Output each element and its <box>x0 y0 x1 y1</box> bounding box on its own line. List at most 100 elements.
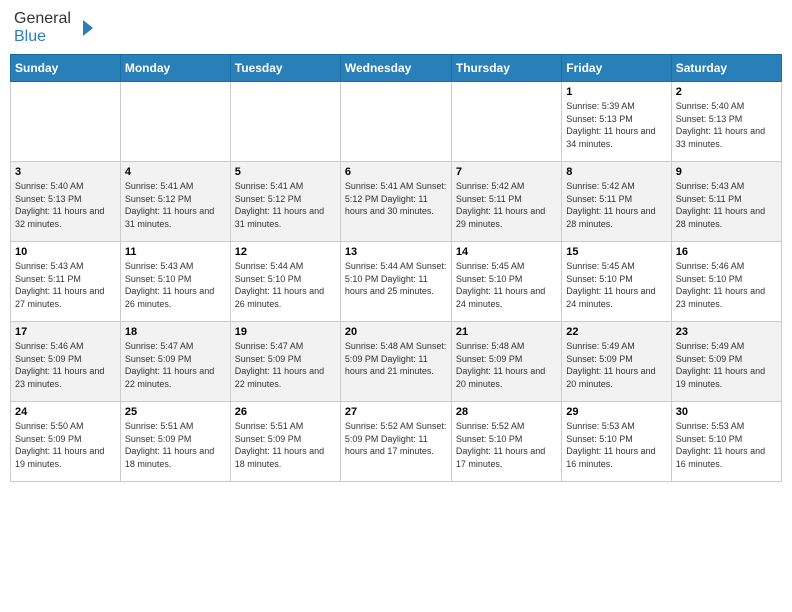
day-info: Sunrise: 5:51 AM Sunset: 5:09 PM Dayligh… <box>125 420 226 470</box>
day-info: Sunrise: 5:51 AM Sunset: 5:09 PM Dayligh… <box>235 420 336 470</box>
day-info: Sunrise: 5:41 AM Sunset: 5:12 PM Dayligh… <box>235 180 336 230</box>
day-info: Sunrise: 5:44 AM Sunset: 5:10 PM Dayligh… <box>345 260 447 298</box>
header-wednesday: Wednesday <box>340 55 451 82</box>
day-number: 8 <box>566 166 666 178</box>
calendar-cell: 12 Sunrise: 5:44 AM Sunset: 5:10 PM Dayli… <box>230 242 340 322</box>
day-number: 10 <box>15 246 116 258</box>
logo: GeneralBlue <box>14 10 93 46</box>
day-info: Sunrise: 5:40 AM Sunset: 5:13 PM Dayligh… <box>15 180 116 230</box>
calendar-cell: 16 Sunrise: 5:46 AM Sunset: 5:10 PM Dayli… <box>671 242 781 322</box>
day-number: 12 <box>235 246 336 258</box>
day-info: Sunrise: 5:44 AM Sunset: 5:10 PM Dayligh… <box>235 260 336 310</box>
header-tuesday: Tuesday <box>230 55 340 82</box>
day-info: Sunrise: 5:47 AM Sunset: 5:09 PM Dayligh… <box>235 340 336 390</box>
calendar-week-1: 1 Sunrise: 5:39 AM Sunset: 5:13 PM Daylig… <box>11 82 782 162</box>
day-info: Sunrise: 5:41 AM Sunset: 5:12 PM Dayligh… <box>345 180 447 218</box>
calendar-cell: 1 Sunrise: 5:39 AM Sunset: 5:13 PM Daylig… <box>562 82 671 162</box>
header-friday: Friday <box>562 55 671 82</box>
calendar-cell: 6 Sunrise: 5:41 AM Sunset: 5:12 PM Daylig… <box>340 162 451 242</box>
day-info: Sunrise: 5:48 AM Sunset: 5:09 PM Dayligh… <box>345 340 447 378</box>
day-info: Sunrise: 5:49 AM Sunset: 5:09 PM Dayligh… <box>566 340 666 390</box>
day-info: Sunrise: 5:46 AM Sunset: 5:10 PM Dayligh… <box>676 260 777 310</box>
day-info: Sunrise: 5:48 AM Sunset: 5:09 PM Dayligh… <box>456 340 557 390</box>
day-info: Sunrise: 5:39 AM Sunset: 5:13 PM Dayligh… <box>566 100 666 150</box>
day-info: Sunrise: 5:42 AM Sunset: 5:11 PM Dayligh… <box>456 180 557 230</box>
day-info: Sunrise: 5:50 AM Sunset: 5:09 PM Dayligh… <box>15 420 116 470</box>
calendar-cell: 4 Sunrise: 5:41 AM Sunset: 5:12 PM Daylig… <box>120 162 230 242</box>
day-info: Sunrise: 5:43 AM Sunset: 5:11 PM Dayligh… <box>15 260 116 310</box>
calendar-cell: 13 Sunrise: 5:44 AM Sunset: 5:10 PM Dayli… <box>340 242 451 322</box>
day-number: 18 <box>125 326 226 338</box>
day-number: 21 <box>456 326 557 338</box>
calendar-cell <box>11 82 121 162</box>
calendar-cell: 11 Sunrise: 5:43 AM Sunset: 5:10 PM Dayli… <box>120 242 230 322</box>
day-number: 26 <box>235 406 336 418</box>
day-number: 16 <box>676 246 777 258</box>
calendar-cell <box>120 82 230 162</box>
day-number: 6 <box>345 166 447 178</box>
calendar-cell: 10 Sunrise: 5:43 AM Sunset: 5:11 PM Dayli… <box>11 242 121 322</box>
day-info: Sunrise: 5:43 AM Sunset: 5:11 PM Dayligh… <box>676 180 777 230</box>
day-number: 27 <box>345 406 447 418</box>
day-number: 20 <box>345 326 447 338</box>
day-number: 24 <box>15 406 116 418</box>
calendar-cell: 19 Sunrise: 5:47 AM Sunset: 5:09 PM Dayli… <box>230 322 340 402</box>
calendar-week-2: 3Sunrise: 5:40 AM Sunset: 5:13 PM Daylig… <box>11 162 782 242</box>
calendar-cell: 26 Sunrise: 5:51 AM Sunset: 5:09 PM Dayli… <box>230 402 340 482</box>
header-monday: Monday <box>120 55 230 82</box>
day-info: Sunrise: 5:46 AM Sunset: 5:09 PM Dayligh… <box>15 340 116 390</box>
calendar-cell: 27 Sunrise: 5:52 AM Sunset: 5:09 PM Dayli… <box>340 402 451 482</box>
day-number: 17 <box>15 326 116 338</box>
calendar-cell: 20 Sunrise: 5:48 AM Sunset: 5:09 PM Dayli… <box>340 322 451 402</box>
calendar-cell: 30 Sunrise: 5:53 AM Sunset: 5:10 PM Dayli… <box>671 402 781 482</box>
calendar-cell: 2Sunrise: 5:40 AM Sunset: 5:13 PM Daylig… <box>671 82 781 162</box>
day-info: Sunrise: 5:49 AM Sunset: 5:09 PM Dayligh… <box>676 340 777 390</box>
day-number: 19 <box>235 326 336 338</box>
calendar-cell: 7 Sunrise: 5:42 AM Sunset: 5:11 PM Daylig… <box>451 162 561 242</box>
header-saturday: Saturday <box>671 55 781 82</box>
calendar-header-row: SundayMondayTuesdayWednesdayThursdayFrid… <box>11 55 782 82</box>
day-number: 7 <box>456 166 557 178</box>
day-info: Sunrise: 5:52 AM Sunset: 5:10 PM Dayligh… <box>456 420 557 470</box>
header-thursday: Thursday <box>451 55 561 82</box>
calendar-cell: 18 Sunrise: 5:47 AM Sunset: 5:09 PM Dayli… <box>120 322 230 402</box>
calendar-cell: 22 Sunrise: 5:49 AM Sunset: 5:09 PM Dayli… <box>562 322 671 402</box>
calendar-cell: 29 Sunrise: 5:53 AM Sunset: 5:10 PM Dayli… <box>562 402 671 482</box>
day-number: 15 <box>566 246 666 258</box>
day-number: 28 <box>456 406 557 418</box>
calendar-table: SundayMondayTuesdayWednesdayThursdayFrid… <box>10 54 782 482</box>
page-header: GeneralBlue <box>10 10 782 46</box>
calendar-cell <box>451 82 561 162</box>
day-number: 14 <box>456 246 557 258</box>
day-info: Sunrise: 5:53 AM Sunset: 5:10 PM Dayligh… <box>676 420 777 470</box>
day-number: 1 <box>566 86 666 98</box>
day-info: Sunrise: 5:45 AM Sunset: 5:10 PM Dayligh… <box>456 260 557 310</box>
day-number: 30 <box>676 406 777 418</box>
day-number: 23 <box>676 326 777 338</box>
calendar-week-3: 10 Sunrise: 5:43 AM Sunset: 5:11 PM Dayli… <box>11 242 782 322</box>
calendar-cell: 23 Sunrise: 5:49 AM Sunset: 5:09 PM Dayli… <box>671 322 781 402</box>
calendar-week-5: 24 Sunrise: 5:50 AM Sunset: 5:09 PM Dayli… <box>11 402 782 482</box>
day-info: Sunrise: 5:41 AM Sunset: 5:12 PM Dayligh… <box>125 180 226 230</box>
day-number: 13 <box>345 246 447 258</box>
day-number: 22 <box>566 326 666 338</box>
calendar-cell: 24 Sunrise: 5:50 AM Sunset: 5:09 PM Dayli… <box>11 402 121 482</box>
day-info: Sunrise: 5:53 AM Sunset: 5:10 PM Dayligh… <box>566 420 666 470</box>
day-number: 11 <box>125 246 226 258</box>
day-info: Sunrise: 5:47 AM Sunset: 5:09 PM Dayligh… <box>125 340 226 390</box>
day-number: 29 <box>566 406 666 418</box>
calendar-cell <box>340 82 451 162</box>
day-number: 25 <box>125 406 226 418</box>
day-info: Sunrise: 5:43 AM Sunset: 5:10 PM Dayligh… <box>125 260 226 310</box>
calendar-cell: 15Sunrise: 5:45 AM Sunset: 5:10 PM Dayli… <box>562 242 671 322</box>
day-number: 4 <box>125 166 226 178</box>
day-info: Sunrise: 5:52 AM Sunset: 5:09 PM Dayligh… <box>345 420 447 458</box>
calendar-cell: 3Sunrise: 5:40 AM Sunset: 5:13 PM Daylig… <box>11 162 121 242</box>
calendar-cell: 28 Sunrise: 5:52 AM Sunset: 5:10 PM Dayli… <box>451 402 561 482</box>
day-number: 2 <box>676 86 777 98</box>
calendar-cell: 17 Sunrise: 5:46 AM Sunset: 5:09 PM Dayli… <box>11 322 121 402</box>
calendar-cell: 8Sunrise: 5:42 AM Sunset: 5:11 PM Daylig… <box>562 162 671 242</box>
calendar-cell: 25 Sunrise: 5:51 AM Sunset: 5:09 PM Dayli… <box>120 402 230 482</box>
calendar-cell: 5Sunrise: 5:41 AM Sunset: 5:12 PM Daylig… <box>230 162 340 242</box>
calendar-cell: 21 Sunrise: 5:48 AM Sunset: 5:09 PM Dayli… <box>451 322 561 402</box>
